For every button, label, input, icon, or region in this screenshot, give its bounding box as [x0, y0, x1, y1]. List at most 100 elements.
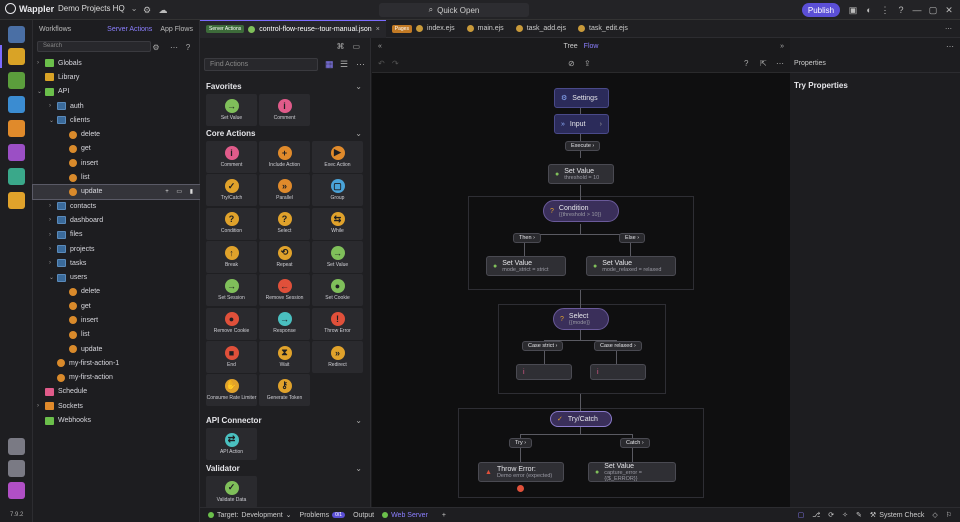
web-server-button[interactable]: Web Server: [382, 512, 428, 519]
comment-node[interactable]: i: [590, 364, 646, 380]
tree-item[interactable]: Schedule: [33, 385, 200, 399]
throw-error-node[interactable]: ▲ Throw Error: Demo error (expected): [478, 462, 564, 482]
then-branch[interactable]: Then ›: [513, 233, 541, 243]
chevron-icon[interactable]: ⌄: [37, 88, 45, 95]
more-icon[interactable]: ⋯: [945, 25, 952, 33]
editor-tab[interactable]: Server Actions control-flow-reuse--tour-m…: [200, 19, 386, 38]
set-value-node[interactable]: ● Set Value threshold = 10: [548, 164, 614, 184]
tree-item[interactable]: delete: [33, 285, 200, 299]
minimize-icon[interactable]: —: [910, 3, 924, 17]
close-icon[interactable]: ✕: [942, 3, 956, 17]
find-actions-input[interactable]: Find Actions: [204, 58, 318, 71]
set-value-strict-node[interactable]: ● Set Value mode_strict = strict: [486, 256, 566, 276]
system-check-button[interactable]: ⚒ System Check: [870, 511, 924, 520]
favorites-header[interactable]: Favorites ⌄: [206, 82, 366, 91]
tree-item[interactable]: insert: [33, 313, 200, 327]
flows-icon[interactable]: [8, 72, 25, 89]
set-value-catch-node[interactable]: ● Set Value capture_error = {{$_ERROR}}: [588, 462, 676, 482]
output-button[interactable]: Output: [353, 512, 374, 519]
tree-item[interactable]: › dashboard: [33, 213, 200, 227]
chevron-icon[interactable]: ›: [49, 203, 57, 209]
window-icon[interactable]: ▭: [352, 42, 360, 51]
editor-tab[interactable]: Pages index.ejs: [386, 20, 461, 38]
tree-item[interactable]: list: [33, 170, 200, 184]
action-tile[interactable]: ● Remove Cookie: [206, 307, 257, 340]
catch-branch[interactable]: Catch ›: [620, 438, 650, 448]
action-tile[interactable]: ▶ Exec Action: [312, 141, 363, 173]
action-tile[interactable]: i Comment: [259, 94, 310, 126]
action-tile[interactable]: ✋ Consume Rate Limiter: [206, 374, 257, 407]
api-signpost-icon[interactable]: [8, 120, 25, 137]
tools-icon[interactable]: ✧: [842, 511, 848, 519]
select-node[interactable]: ? Select {{mode}}: [553, 308, 609, 330]
execute-step[interactable]: Execute ›: [565, 141, 601, 151]
collapse-right-icon[interactable]: »: [780, 43, 784, 50]
action-tile[interactable]: ⧗ Wait: [259, 340, 310, 373]
export-icon[interactable]: ⇪: [584, 59, 591, 68]
pages-icon[interactable]: [8, 26, 25, 43]
cloud-icon[interactable]: ☁: [156, 3, 170, 17]
action-tile[interactable]: ⇆ While: [312, 207, 363, 240]
close-icon[interactable]: ×: [376, 26, 380, 33]
tree-item[interactable]: insert: [33, 156, 200, 170]
action-tile[interactable]: ▢ Group: [312, 174, 363, 207]
more-icon[interactable]: ⋯: [356, 59, 365, 70]
tree-item[interactable]: Webhooks: [33, 413, 200, 427]
chevron-icon[interactable]: ›: [49, 217, 57, 223]
more-icon[interactable]: ⋯: [169, 42, 179, 52]
editor-tab[interactable]: task_add.ejs: [510, 20, 572, 38]
row-actions[interactable]: + ▭ ▮: [165, 188, 196, 195]
tree-item[interactable]: › files: [33, 228, 200, 242]
edit-icon[interactable]: ✎: [856, 511, 862, 519]
layout-icon[interactable]: ⌘: [336, 42, 344, 51]
tree-item[interactable]: delete: [33, 127, 200, 141]
tab-flow-view[interactable]: Flow: [584, 43, 599, 50]
chevron-icon[interactable]: ›: [49, 260, 57, 266]
undo-icon[interactable]: ↶: [378, 59, 385, 68]
grid-view-icon[interactable]: ▦: [325, 59, 334, 70]
chevron-icon[interactable]: ⌄: [49, 274, 57, 281]
help-icon[interactable]: ?: [894, 3, 908, 17]
tree-item[interactable]: ⌄ users: [33, 270, 200, 284]
chevron-icon[interactable]: ›: [37, 60, 45, 66]
design-icon[interactable]: [8, 144, 25, 161]
target-selector[interactable]: Target: Development ⌄: [208, 511, 292, 519]
chevron-icon[interactable]: ›: [49, 103, 57, 109]
trycatch-node[interactable]: ✓ Try/Catch: [550, 411, 612, 427]
tab-app-flows[interactable]: App Flows: [160, 26, 193, 33]
tree-item[interactable]: update: [33, 342, 200, 356]
action-tile[interactable]: ? Select: [259, 207, 310, 240]
tree-item[interactable]: › contacts: [33, 199, 200, 213]
action-tile[interactable]: → Set Session: [206, 274, 257, 307]
tree-item[interactable]: › projects: [33, 242, 200, 256]
help-icon[interactable]: ?: [744, 59, 748, 68]
api-connector-header[interactable]: API Connector ⌄: [206, 416, 366, 425]
share-icon[interactable]: ⇱: [760, 59, 767, 68]
more-icon[interactable]: ⋯: [776, 59, 784, 68]
action-tile[interactable]: » Parallel: [259, 174, 310, 207]
tree-item[interactable]: update + ▭ ▮: [32, 183, 201, 200]
settings-node[interactable]: ⚙ Settings: [554, 88, 609, 108]
layout-icon[interactable]: ▣: [846, 3, 860, 17]
case-relaxed-branch[interactable]: Case relaxed ›: [594, 341, 642, 351]
list-view-icon[interactable]: ☰: [340, 59, 348, 70]
robot-icon[interactable]: [8, 192, 25, 209]
eraser-icon[interactable]: ◇: [932, 511, 937, 519]
chevron-icon[interactable]: ›: [37, 403, 45, 409]
terminal-icon[interactable]: ▢: [798, 511, 805, 519]
gear-icon[interactable]: ⚙: [151, 42, 161, 52]
search-input[interactable]: Search: [37, 41, 151, 52]
tree-item[interactable]: my-first-action: [33, 371, 200, 385]
input-node[interactable]: » Input ›: [554, 114, 609, 134]
action-tile[interactable]: ✓ Validate Data: [206, 476, 257, 507]
action-tile[interactable]: ⟲ Repeat: [259, 240, 310, 273]
branch-icon[interactable]: ⎇: [812, 511, 820, 519]
comment-node[interactable]: i: [516, 364, 572, 380]
action-tile[interactable]: ! Throw Error: [312, 307, 363, 340]
action-tile[interactable]: ✓ Try/Catch: [206, 174, 257, 207]
action-tile[interactable]: ■ End: [206, 340, 257, 373]
help-icon[interactable]: ?: [183, 42, 193, 52]
chevron-icon[interactable]: ›: [49, 232, 57, 238]
action-tile[interactable]: i Comment: [206, 141, 257, 173]
layers-icon[interactable]: [8, 168, 25, 185]
